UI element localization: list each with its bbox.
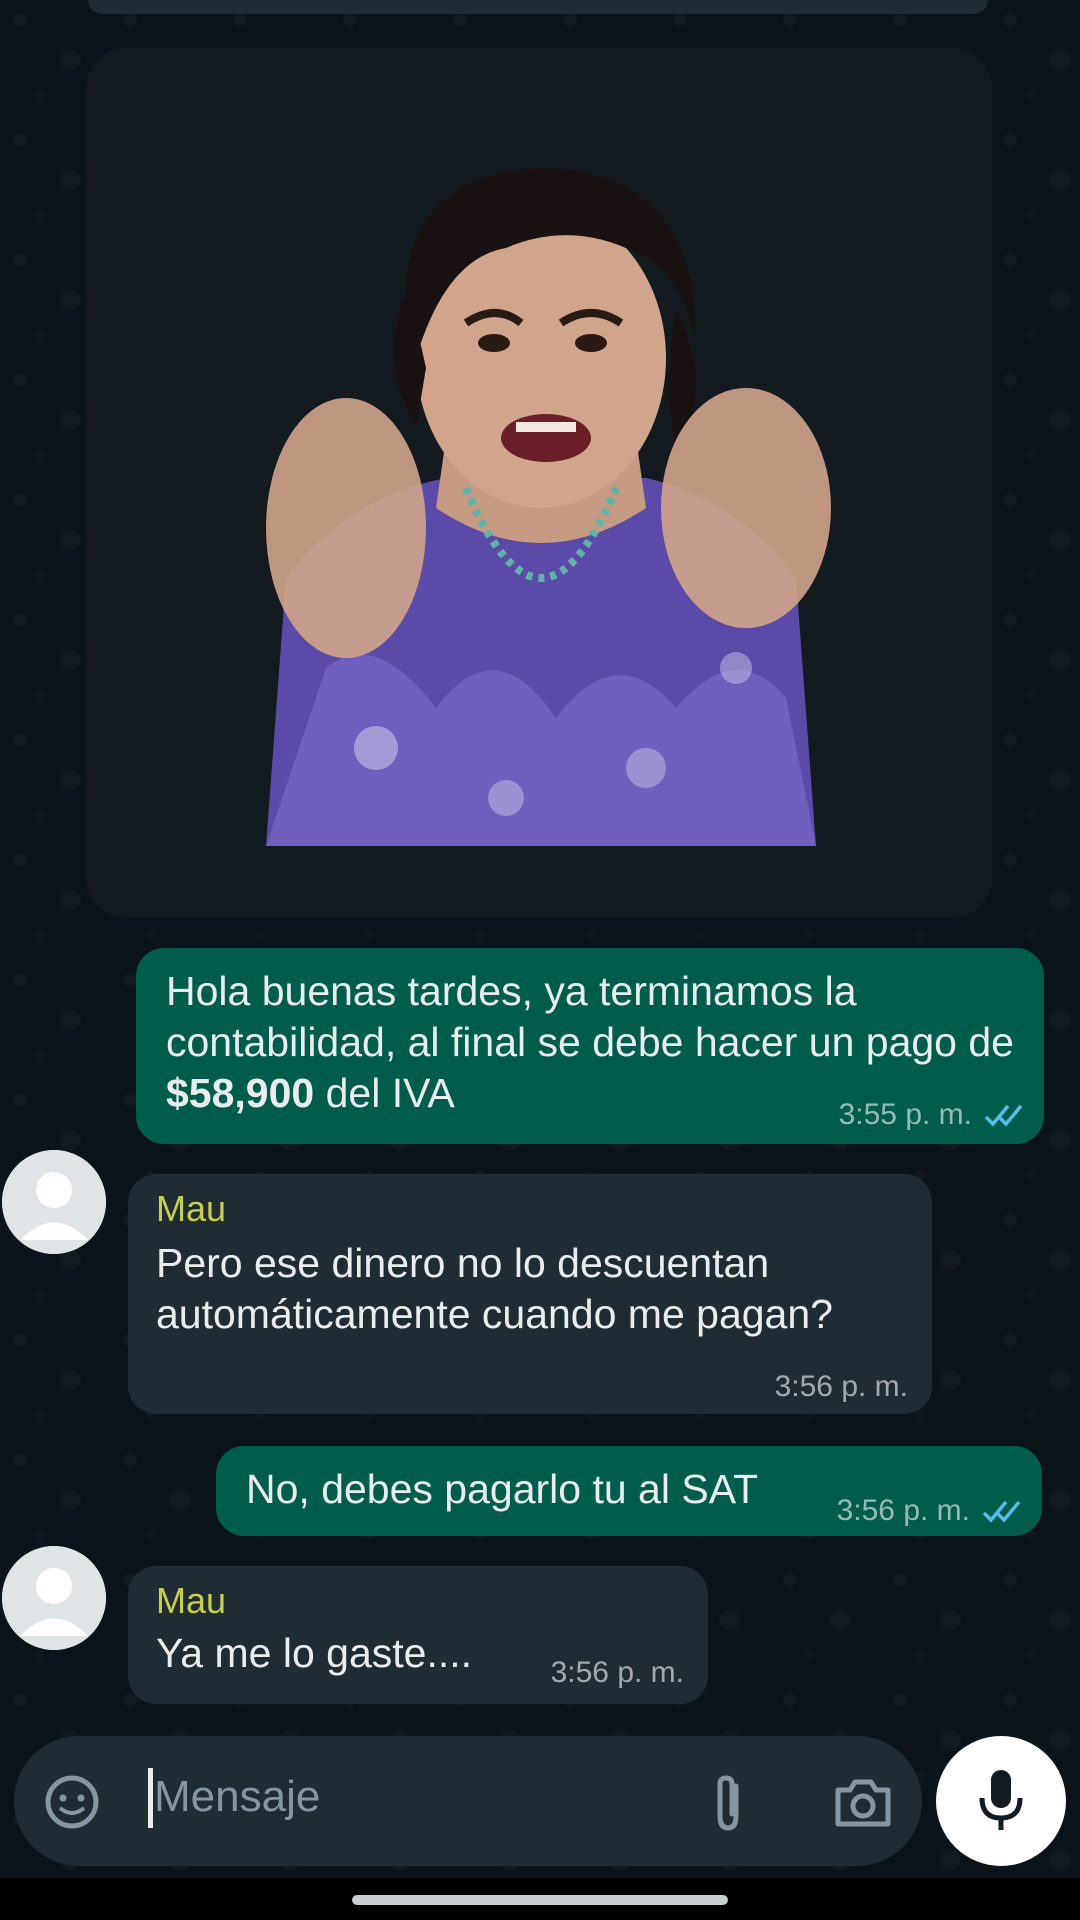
default-avatar-icon [2,1546,106,1650]
message-composer: Mensaje [14,1736,922,1866]
message-time: 3:55 p. m. [838,1098,972,1131]
message-time: 3:56 p. m. [836,1494,970,1527]
previous-message-edge [88,0,988,14]
message-input[interactable]: Mensaje [154,1772,320,1822]
sticker-message[interactable] [86,48,992,918]
incoming-message[interactable]: Mau Ya me lo gaste.... 3:56 p. m. [128,1566,708,1704]
message-text: Hola buenas tardes, ya terminamos la con… [166,968,1014,1116]
message-time: 3:56 p. m. [774,1370,908,1403]
sender-name: Mau [156,1188,227,1229]
sticker-icon[interactable] [42,1772,102,1832]
amount-bold: $58,900 [166,1070,315,1116]
avatar[interactable] [2,1546,106,1650]
message-text: Pero ese dinero no lo descuentan automát… [156,1240,833,1337]
mic-button[interactable] [936,1736,1066,1866]
message-meta: 3:56 p. m. [837,1494,1024,1528]
camera-icon[interactable] [832,1774,894,1830]
read-ticks-icon [984,1104,1023,1127]
avatar[interactable] [2,1150,106,1254]
message-meta: 3:55 p. m. [839,1098,1026,1132]
default-avatar-icon [2,1150,106,1254]
sticker-image [176,108,908,846]
sender-name: Mau [156,1580,227,1621]
text-caret [148,1768,153,1828]
outgoing-message[interactable]: No, debes pagarlo tu al SAT 3:56 p. m. [216,1446,1042,1536]
message-meta: 3:56 p. m. [775,1370,908,1404]
message-meta: 3:56 p. m. [551,1656,684,1690]
message-time: 3:56 p. m. [550,1656,684,1689]
incoming-message[interactable]: Mau Pero ese dinero no lo descuentan aut… [128,1174,932,1414]
mic-icon [979,1770,1023,1830]
attach-icon[interactable] [706,1772,750,1836]
outgoing-message[interactable]: Hola buenas tardes, ya terminamos la con… [136,948,1044,1144]
read-ticks-icon [982,1500,1021,1523]
home-gesture-handle[interactable] [352,1895,728,1905]
